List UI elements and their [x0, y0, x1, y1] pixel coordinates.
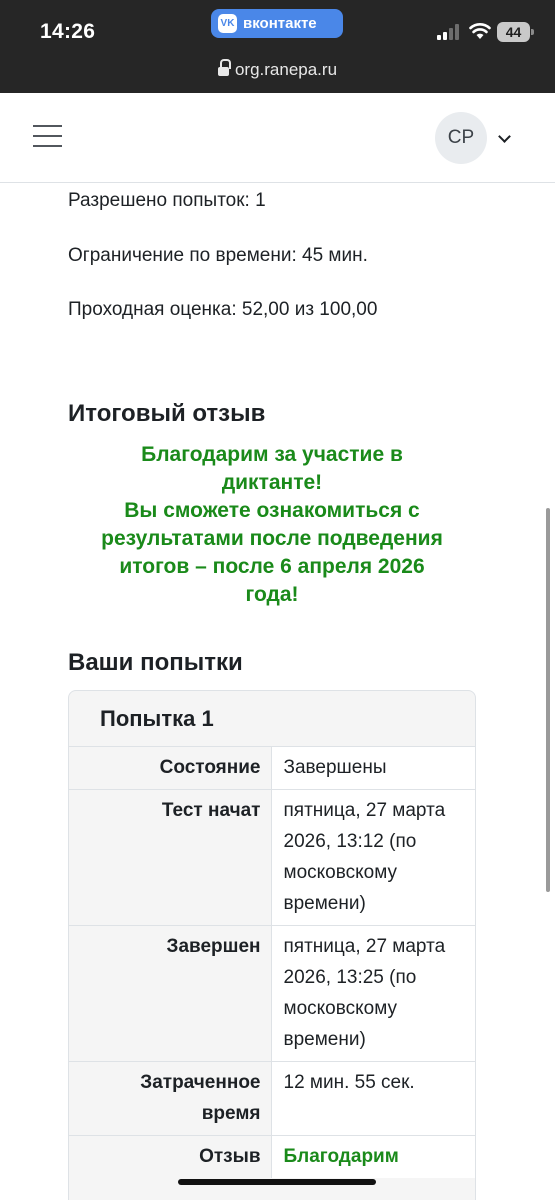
lock-icon: [217, 59, 231, 76]
state-value: Завершены: [271, 746, 475, 790]
cellular-signal-icon: [437, 23, 461, 40]
back-to-app-label: вконтакте: [243, 15, 317, 32]
time-taken-value: 12 мин. 55 сек.: [271, 1061, 475, 1136]
overall-feedback-heading: Итоговый отзыв: [68, 400, 266, 427]
wifi-icon: [469, 23, 491, 39]
feedback-line: Благодарим за участие в: [141, 443, 403, 466]
feedback-line: результатами после подведения: [101, 527, 443, 550]
state-label: Состояние: [69, 746, 272, 790]
vk-logo-icon: VK: [218, 14, 237, 33]
completed-value: пятница, 27 марта 2026, 13:25 (по москов…: [271, 925, 475, 1062]
user-avatar[interactable]: СР: [435, 112, 487, 164]
attempt-summary-table: Состояние Завершены Тест начат пятница, …: [69, 746, 475, 1178]
feedback-line: Вы сможете ознакомиться с: [124, 499, 420, 522]
feedback-label: Отзыв: [69, 1135, 272, 1178]
attempt-summary-card: Попытка 1 Состояние Завершены Тест начат…: [68, 690, 476, 1200]
battery-icon: 44: [497, 22, 534, 42]
overall-feedback-text: Благодарим за участие в диктанте! Вы смо…: [58, 441, 486, 609]
feedback-value: Благодарим: [271, 1135, 475, 1178]
attempt-title: Попытка 1: [100, 706, 214, 731]
completed-label: Завершен: [69, 925, 272, 1062]
table-row: Тест начат пятница, 27 марта 2026, 13:12…: [69, 789, 475, 926]
started-label: Тест начат: [69, 789, 272, 926]
table-row: Отзыв Благодарим: [69, 1135, 475, 1178]
grade-to-pass: Проходная оценка: 52,00 из 100,00: [68, 299, 378, 320]
table-row: Состояние Завершены: [69, 746, 475, 790]
attempts-allowed: Разрешено попыток: 1: [68, 190, 266, 211]
feedback-line: итогов – после 6 апреля 2026: [119, 555, 425, 578]
feedback-line: диктанте!: [221, 471, 323, 494]
home-indicator[interactable]: [178, 1179, 376, 1185]
feedback-line: года!: [245, 583, 299, 606]
site-navbar: СР: [0, 93, 555, 183]
back-to-app-pill[interactable]: VK вконтакте: [211, 9, 343, 38]
your-attempts-heading: Ваши попытки: [68, 649, 243, 676]
table-row: Завершен пятница, 27 марта 2026, 13:25 (…: [69, 925, 475, 1062]
time-taken-label: Затраченное время: [69, 1061, 272, 1136]
page-scrollbar[interactable]: [546, 508, 550, 892]
battery-level: 44: [505, 24, 522, 40]
browser-top-bar: 14:26 VK вконтакте 44 org.ranepa.ru: [0, 0, 555, 93]
table-row: Затраченное время 12 мин. 55 сек.: [69, 1061, 475, 1136]
url-text: org.ranepa.ru: [234, 60, 338, 79]
menu-icon[interactable]: [33, 125, 62, 147]
started-value: пятница, 27 марта 2026, 13:12 (по москов…: [271, 789, 475, 926]
time-limit: Ограничение по времени: 45 мин.: [68, 245, 368, 266]
status-time: 14:26: [40, 20, 96, 43]
address-bar[interactable]: org.ranepa.ru: [0, 59, 555, 80]
chevron-down-icon[interactable]: [498, 130, 511, 143]
